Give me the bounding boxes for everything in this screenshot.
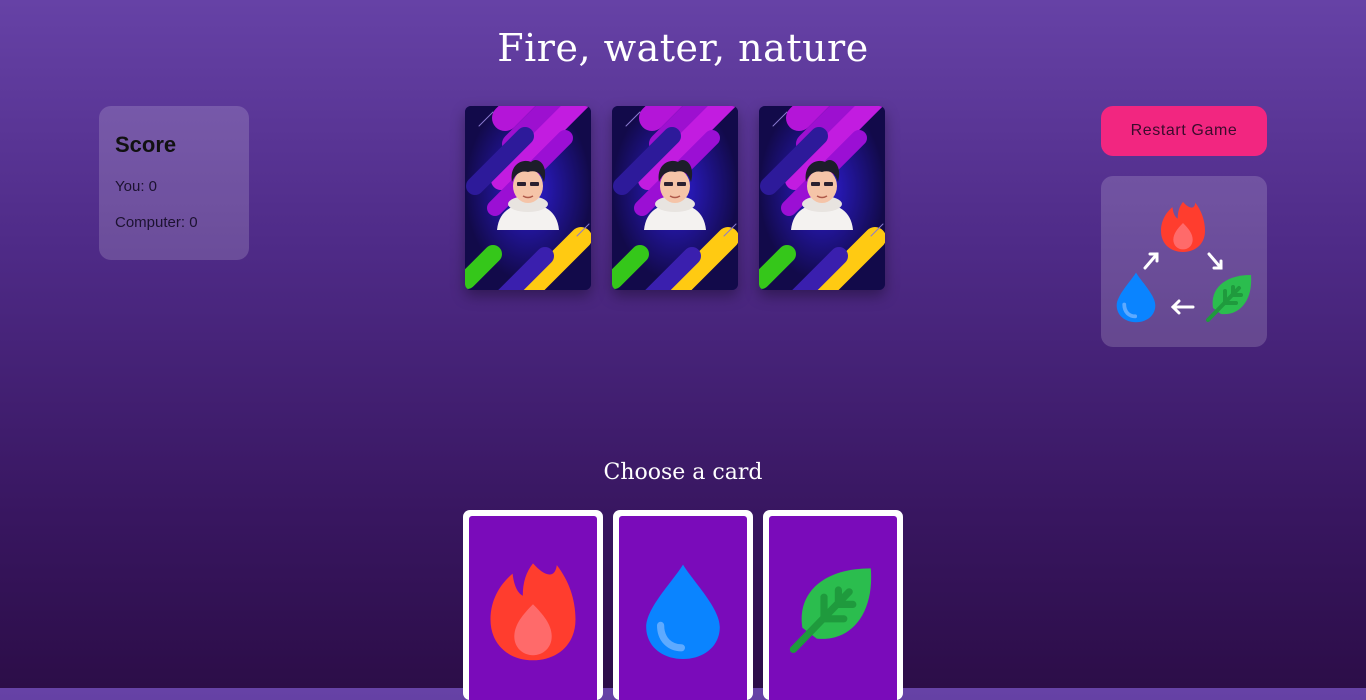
page-title: Fire, water, nature [497, 26, 869, 70]
water-drop-icon [1117, 273, 1156, 323]
water-drop-icon [643, 560, 723, 662]
choose-card-label: Choose a card [603, 460, 763, 485]
fire-card[interactable] [463, 510, 603, 700]
player-cards [463, 510, 903, 700]
arrow-fire-to-leaf-icon [1207, 252, 1223, 270]
score-heading: Score [115, 132, 177, 157]
restart-game-button[interactable]: Restart Game [1101, 106, 1267, 156]
score-panel: Score You: 0 Computer: 0 [99, 106, 249, 260]
leaf-icon [1206, 273, 1254, 322]
arrow-water-to-fire-icon [1143, 252, 1159, 270]
player-score: You: 0 [115, 178, 157, 195]
computer-card [465, 106, 591, 290]
computer-card [612, 106, 738, 290]
nature-card[interactable] [763, 510, 903, 700]
leaf-icon [788, 560, 878, 656]
card-back-character-icon [612, 106, 738, 290]
card-back-character-icon [759, 106, 885, 290]
arrow-leaf-to-water-icon [1170, 299, 1195, 315]
computer-score: Computer: 0 [115, 214, 198, 231]
card-back-character-icon [465, 106, 591, 290]
water-card[interactable] [613, 510, 753, 700]
computer-cards [465, 106, 885, 290]
rules-diagram [1101, 176, 1267, 347]
fire-icon [490, 560, 576, 662]
computer-card [759, 106, 885, 290]
fire-icon [1161, 201, 1205, 253]
